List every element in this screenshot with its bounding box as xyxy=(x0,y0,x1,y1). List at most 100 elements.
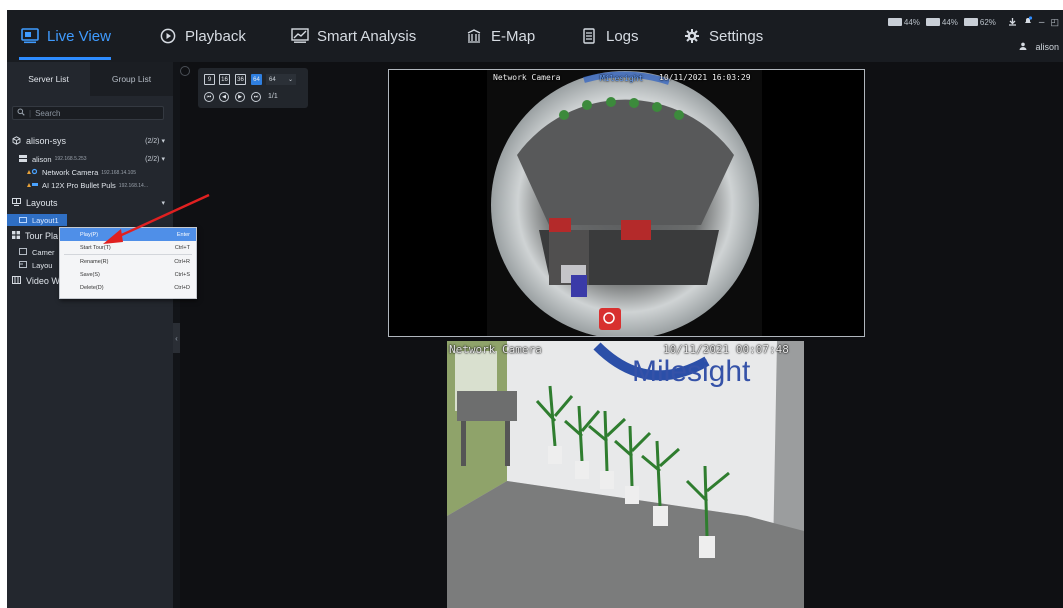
disk-usage: 62% xyxy=(963,17,996,27)
camera-name-overlay: Network Camera xyxy=(493,73,561,82)
tab-e-map[interactable]: E-Map xyxy=(465,24,535,48)
tree-label: alison xyxy=(32,154,52,164)
tab-label: E-Map xyxy=(491,27,536,45)
tab-live-view[interactable]: Live View xyxy=(21,24,111,48)
camera-timestamp-overlay: 10/11/2021 00:07:48 xyxy=(663,343,789,356)
menu-item-shortcut: Ctrl+R xyxy=(174,258,190,265)
menu-item-label: Save(S) xyxy=(80,271,100,278)
tab-logs[interactable]: Logs xyxy=(580,24,639,48)
layouts-icon xyxy=(12,198,21,208)
tree-camera-1[interactable]: Network Camera 192.168.14.105 xyxy=(7,166,173,179)
tree-label: Tour Pla xyxy=(25,231,59,241)
cpu-usage: 44% xyxy=(887,17,920,27)
cube-icon xyxy=(12,135,21,147)
panel-toggle-icon[interactable] xyxy=(180,66,190,76)
svg-text:Milesight: Milesight xyxy=(632,355,751,388)
layout-64-button[interactable]: 64 xyxy=(251,74,262,85)
active-tab-indicator xyxy=(19,57,111,60)
camera-view-2[interactable]: Milesight Network Camera 10/11/2021 00:0… xyxy=(447,341,804,608)
chart-icon xyxy=(291,27,309,45)
minimize-icon[interactable]: – xyxy=(1039,17,1045,28)
camera-timestamp-overlay: 10/11/2021 16:03:29 xyxy=(659,73,751,82)
user-icon xyxy=(1019,42,1027,52)
menu-item-shortcut: Ctrl+D xyxy=(174,284,190,291)
sidebar: Server List Group List | Search alison-s… xyxy=(7,62,173,608)
tree-label: alison-sys xyxy=(26,136,67,146)
layout-icon xyxy=(19,216,27,225)
next-page-icon[interactable]: ▶ xyxy=(235,92,245,102)
tree-label: Layouts xyxy=(26,198,58,208)
top-nav-bar: Live View Playback Smart Analysis E-Map … xyxy=(7,10,1063,62)
play-circle-icon xyxy=(159,27,177,45)
download-icon[interactable] xyxy=(1008,17,1017,28)
tree-label: Video W xyxy=(26,276,60,286)
layout-16-button[interactable]: 16 xyxy=(219,74,230,85)
prev-page-icon[interactable]: ◀ xyxy=(219,92,229,102)
menu-item-delete[interactable]: Delete(D) Ctrl+D xyxy=(60,281,196,294)
tree-count: (2/2) ▾ xyxy=(145,156,165,163)
cpu-icon xyxy=(887,18,902,26)
tab-label: Live View xyxy=(47,27,111,45)
cpu-value: 44% xyxy=(903,17,920,27)
camera-view-1[interactable]: Network Camera Milesight 10/11/2021 16:0… xyxy=(388,69,865,337)
page-indicator: 1/1 xyxy=(268,93,278,100)
live-view-area: 9 16 36 64 64 ⌄ ⏮ ◀ ▶ ⏭ 1/1 Network Came… xyxy=(180,62,1063,608)
gear-icon xyxy=(683,27,701,45)
tree-count: (2/2) ▾ xyxy=(145,138,165,145)
system-stats: 44% 44% 62% – ◰ xyxy=(887,16,1063,28)
tab-label: Settings xyxy=(709,27,764,45)
camera-status-icon xyxy=(27,168,38,177)
server-icon xyxy=(19,154,27,164)
tree-ip: 192.168.14.105 xyxy=(101,169,137,176)
tree-layout-item[interactable]: Layout1 xyxy=(7,214,67,226)
memory-usage: 44% xyxy=(925,17,958,27)
tree-ip: 192.168.5.253 xyxy=(54,156,87,162)
tab-label: Playback xyxy=(185,27,246,45)
disk-value: 62% xyxy=(979,17,996,27)
notification-icon[interactable] xyxy=(1023,16,1033,28)
user-name: alison xyxy=(1035,42,1059,52)
chevron-down-icon: ⌄ xyxy=(287,77,293,83)
layout-36-button[interactable]: 36 xyxy=(235,74,246,85)
layout-9-button[interactable]: 9 xyxy=(204,74,215,85)
tree-server[interactable]: alison 192.168.5.253 (2/2) ▾ xyxy=(7,152,173,166)
annotation-arrow-icon xyxy=(103,193,210,244)
camera-icon xyxy=(19,248,27,257)
search-input[interactable]: | Search xyxy=(12,106,164,120)
tree-server-group[interactable]: alison-sys (2/2) ▾ xyxy=(7,132,173,150)
tab-settings[interactable]: Settings xyxy=(683,24,763,48)
search-placeholder: Search xyxy=(35,108,61,118)
memory-value: 44% xyxy=(941,17,958,27)
menu-item-save[interactable]: Save(S) Ctrl+S xyxy=(60,268,196,281)
tab-group-list[interactable]: Group List xyxy=(90,62,173,96)
tree-label: Network Camera xyxy=(42,168,99,177)
tree-label: Camer xyxy=(32,248,55,257)
restore-icon[interactable]: ◰ xyxy=(1050,17,1059,28)
last-page-icon[interactable]: ⏭ xyxy=(251,92,261,102)
tree-label: Layout1 xyxy=(32,215,59,225)
camera-status-icon xyxy=(27,181,38,190)
first-page-icon[interactable]: ⏮ xyxy=(204,92,214,102)
user-area[interactable]: alison xyxy=(1019,42,1059,52)
tab-playback[interactable]: Playback xyxy=(159,24,246,48)
menu-item-label: Rename(R) xyxy=(80,258,109,265)
menu-item-rename[interactable]: Rename(R) Ctrl+R xyxy=(60,255,196,268)
grid-icon xyxy=(12,231,20,241)
layout-select-value: 64 xyxy=(269,76,276,83)
menu-item-shortcut: Ctrl+S xyxy=(174,271,190,278)
fisheye-image xyxy=(389,70,864,336)
memory-icon xyxy=(925,18,940,26)
document-icon xyxy=(580,27,598,45)
corridor-image: Milesight xyxy=(447,341,804,608)
sidebar-collapse-handle[interactable]: ‹ xyxy=(173,323,180,353)
tab-label: Smart Analysis xyxy=(317,27,417,45)
tab-smart-analysis[interactable]: Smart Analysis xyxy=(291,24,416,48)
disk-icon xyxy=(963,18,978,26)
layout-select[interactable]: 64 ⌄ xyxy=(266,74,296,85)
layout-icon xyxy=(19,261,27,270)
tab-server-list[interactable]: Server List xyxy=(7,62,90,96)
search-icon xyxy=(17,108,25,118)
camera-name-overlay: Network Camera xyxy=(449,343,542,356)
sidebar-tabs: Server List Group List xyxy=(7,62,173,96)
tab-label: Logs xyxy=(606,27,639,45)
